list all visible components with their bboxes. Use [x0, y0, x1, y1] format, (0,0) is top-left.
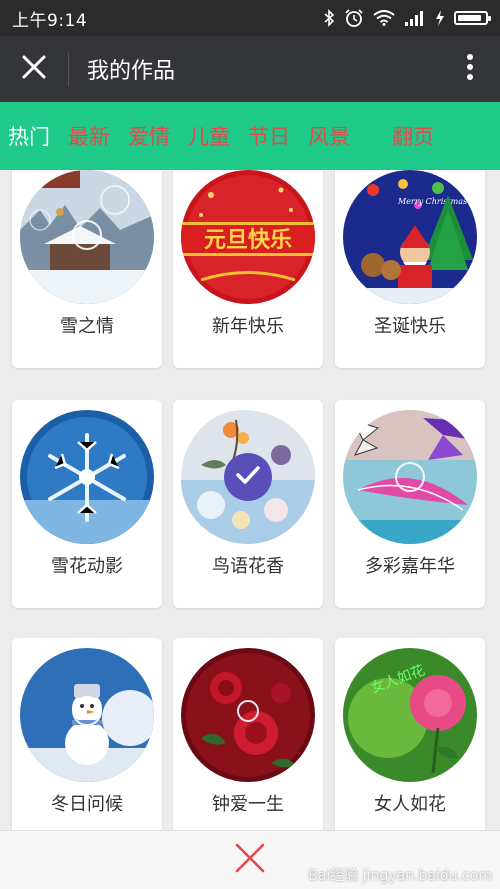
bottom-close-button[interactable] — [225, 835, 275, 885]
work-title: 钟爱一生 — [212, 794, 284, 815]
alarm-icon — [344, 8, 364, 28]
work-card[interactable]: 多彩嘉年华 — [335, 400, 485, 608]
work-title: 雪花动影 — [51, 556, 123, 577]
play-indicator — [72, 220, 102, 250]
play-indicator — [72, 696, 102, 726]
work-thumbnail: 元旦快乐 — [181, 170, 315, 304]
work-card[interactable]: 女人如花 女人如花 — [335, 638, 485, 830]
play-indicator — [395, 462, 425, 492]
work-card[interactable]: 雪之情 — [12, 170, 162, 368]
work-title: 冬日问候 — [51, 794, 123, 815]
more-options-button[interactable] — [440, 36, 500, 102]
title-divider — [68, 52, 69, 86]
work-card[interactable]: 冬日问候 — [12, 638, 162, 830]
bottom-bar: Bai经验 jingyan.baidu.com — [0, 830, 500, 889]
check-icon — [235, 465, 261, 489]
work-card[interactable]: 雪花动影 — [12, 400, 162, 608]
close-button[interactable] — [0, 36, 68, 102]
status-icons — [323, 8, 491, 28]
play-indicator — [237, 700, 259, 722]
bluetooth-icon — [323, 9, 335, 27]
status-time: 上午9:14 — [12, 10, 88, 31]
work-thumbnail: 女人如花 — [343, 648, 477, 782]
work-card[interactable]: 元旦快乐 新年快乐 — [173, 170, 323, 368]
work-thumbnail: Merry Christmas — [343, 170, 477, 304]
page-title: 我的作品 — [87, 59, 176, 84]
work-title: 女人如花 — [374, 794, 446, 815]
baidu-jingyan-watermark: Bai经验 jingyan.baidu.com — [308, 868, 492, 884]
charging-icon — [435, 10, 445, 26]
image-text: Merry Christmas — [397, 197, 467, 206]
tab-festival[interactable]: 节日 — [248, 121, 290, 151]
image-text: 元旦快乐 — [204, 228, 292, 253]
title-bar: 我的作品 — [0, 36, 500, 102]
work-title: 新年快乐 — [212, 316, 284, 337]
wifi-icon — [373, 10, 395, 26]
battery-icon — [454, 11, 491, 25]
more-vertical-icon — [466, 53, 474, 85]
tab-children[interactable]: 儿童 — [188, 121, 230, 151]
signal-icon — [404, 10, 426, 26]
works-grid: 雪之情 元旦快乐 新年快乐 Merry Christmas 圣诞快乐 雪花动影 … — [0, 170, 500, 830]
battery-fill — [458, 15, 482, 21]
work-card[interactable]: Merry Christmas 圣诞快乐 — [335, 170, 485, 368]
close-icon — [21, 54, 47, 84]
category-bar: 热门 最新 爱情 儿童 节日 风景 翻页 — [0, 102, 500, 170]
tab-scenery[interactable]: 风景 — [308, 121, 350, 151]
work-title: 多彩嘉年华 — [365, 556, 455, 577]
work-title: 鸟语花香 — [212, 556, 284, 577]
page-turn-button[interactable]: 翻页 — [392, 121, 434, 151]
work-title: 圣诞快乐 — [374, 316, 446, 337]
work-title: 雪之情 — [60, 316, 114, 337]
tab-love[interactable]: 爱情 — [128, 121, 170, 151]
selected-check-badge — [224, 453, 272, 501]
work-thumbnail — [20, 410, 154, 544]
status-bar: 上午9:14 — [0, 0, 500, 36]
tab-latest[interactable]: 最新 — [68, 121, 110, 151]
work-card[interactable]: 鸟语花香 — [173, 400, 323, 608]
close-icon — [234, 842, 266, 878]
tab-hot[interactable]: 热门 — [8, 121, 50, 151]
work-card[interactable]: 钟爱一生 — [173, 638, 323, 830]
